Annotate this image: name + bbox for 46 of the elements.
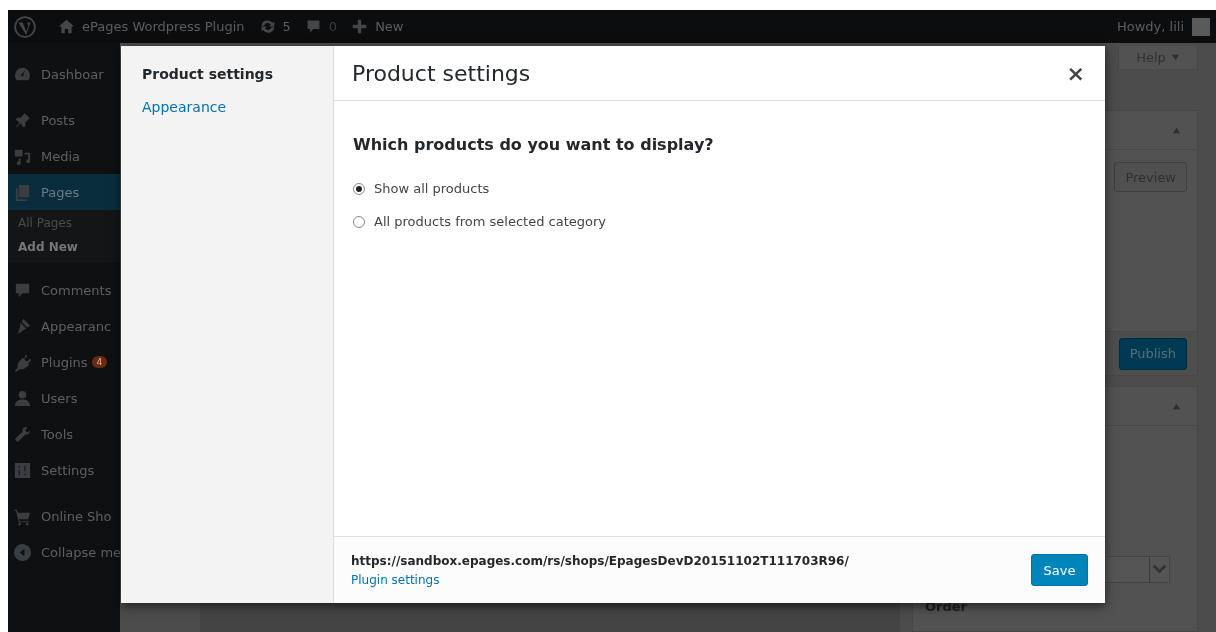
sidebar-item[interactable]: Users bbox=[8, 380, 120, 416]
dialog-menu-item[interactable]: Product settings bbox=[142, 66, 273, 82]
site-name-link[interactable]: ePages Wordpress Plugin bbox=[82, 19, 245, 34]
shop-url: https://sandbox.epages.com/rs/shops/EpagesDevD20151102T111703R96/ bbox=[351, 553, 850, 568]
updates-count[interactable]: 5 bbox=[282, 19, 291, 34]
radio-button[interactable] bbox=[353, 182, 365, 195]
home-icon[interactable] bbox=[58, 18, 75, 35]
greeting-link[interactable]: Howdy, lili bbox=[1116, 19, 1184, 34]
sidebar-item[interactable]: Pages bbox=[8, 174, 120, 210]
update-count-badge: 4 bbox=[91, 356, 108, 368]
radio-button[interactable] bbox=[353, 215, 365, 228]
plugin-settings-link[interactable]: Plugin settings bbox=[351, 572, 440, 587]
save-button[interactable]: Save bbox=[1031, 554, 1088, 586]
sidebar-item[interactable]: Online Sho bbox=[8, 498, 120, 534]
sidebar-item[interactable]: Media bbox=[8, 138, 120, 174]
pin-icon bbox=[13, 110, 32, 130]
sidebar-item[interactable]: Tools bbox=[8, 416, 120, 452]
pages-icon bbox=[13, 182, 32, 202]
collapse-icon bbox=[13, 542, 32, 562]
dialog-menu-item[interactable]: Appearance bbox=[142, 99, 227, 115]
sidebar-item[interactable]: Dashboar bbox=[8, 56, 120, 92]
settings-icon bbox=[13, 460, 32, 480]
sidebar-item[interactable]: Plugins 4 bbox=[8, 344, 120, 380]
new-link[interactable]: New bbox=[375, 19, 404, 34]
close-button[interactable]: × bbox=[1062, 60, 1089, 86]
question-text: Which products do you want to display? bbox=[353, 135, 715, 154]
sidebar-item[interactable]: Comments bbox=[8, 272, 120, 308]
wrench-icon bbox=[13, 424, 32, 444]
plug-icon bbox=[13, 352, 32, 372]
sidebar-item[interactable]: Settings bbox=[8, 452, 120, 488]
avatar[interactable] bbox=[1192, 17, 1210, 36]
user-icon bbox=[13, 388, 32, 408]
caret-icon bbox=[1170, 53, 1180, 62]
dialog-title: Product settings bbox=[352, 60, 532, 86]
submenu-item[interactable]: Add New bbox=[18, 240, 120, 254]
publish-button[interactable]: Publish bbox=[1118, 337, 1187, 370]
collapse-arrow-icon[interactable] bbox=[1172, 401, 1181, 411]
submenu-item[interactable]: All Pages bbox=[18, 216, 120, 230]
sidebar-item[interactable]: Appearanc bbox=[8, 308, 120, 344]
collapse-arrow-icon[interactable] bbox=[1172, 125, 1181, 135]
sidebar-item[interactable]: Posts bbox=[8, 102, 120, 138]
wordpress-logo-icon[interactable] bbox=[14, 15, 36, 38]
sidebar-item[interactable]: Collapse me bbox=[8, 534, 120, 570]
plus-icon[interactable] bbox=[351, 18, 369, 35]
radio-label[interactable]: All products from selected category bbox=[374, 214, 606, 229]
radio-label[interactable]: Show all products bbox=[374, 181, 490, 196]
